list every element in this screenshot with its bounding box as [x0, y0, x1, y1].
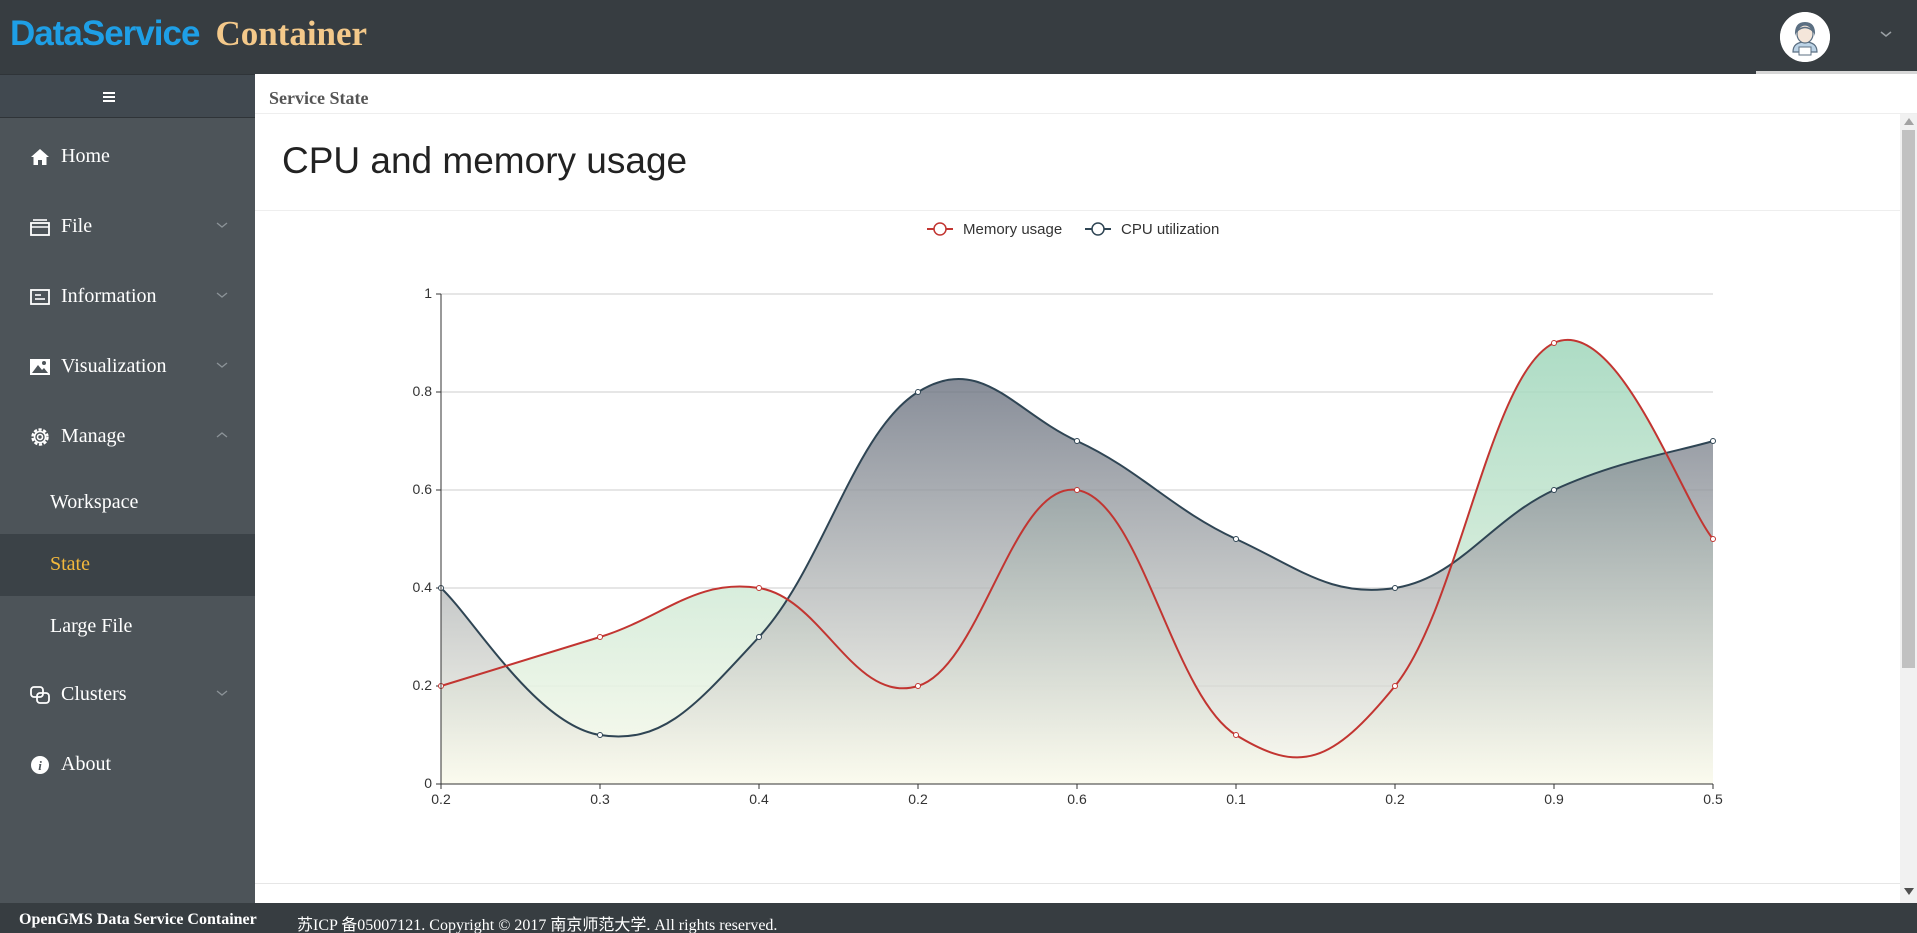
- logo-data-text: Data: [10, 14, 83, 53]
- sidebar-item-label: Manage: [61, 425, 126, 447]
- chevron-down-icon: [216, 222, 228, 228]
- hamburger-icon: [103, 92, 115, 102]
- footer-brand: OpenGMS Data Service Container: [19, 911, 257, 928]
- cpu-point: [756, 634, 762, 640]
- vertical-scrollbar[interactable]: [1900, 114, 1917, 903]
- x-tick-label: 0.1: [1226, 791, 1246, 807]
- legend-marker: [1091, 222, 1105, 236]
- scroll-up-arrow-icon[interactable]: [1904, 118, 1914, 125]
- home-icon: [31, 149, 49, 165]
- legend-marker: [933, 222, 947, 236]
- sidebar-item-about[interactable]: i About: [0, 735, 255, 793]
- sidebar-item-label: Clusters: [61, 683, 127, 705]
- breadcrumb: Service State: [255, 74, 1917, 114]
- legend-label: CPU utilization: [1121, 221, 1219, 238]
- x-tick-label: 0.3: [590, 791, 610, 807]
- sidebar-subitem-state[interactable]: State: [0, 534, 255, 596]
- x-tick-label: 0.9: [1544, 791, 1564, 807]
- chevron-down-icon[interactable]: [1878, 26, 1894, 42]
- top-header: DataService Container: [0, 0, 1917, 74]
- memory-point: [756, 585, 762, 591]
- sidebar-item-clusters[interactable]: Clusters: [0, 665, 255, 723]
- scroll-down-arrow-icon[interactable]: [1904, 888, 1914, 895]
- x-tick-label: 0.2: [1385, 791, 1405, 807]
- sidebar-item-home[interactable]: Home: [0, 127, 255, 185]
- logo-service-text: Service: [81, 14, 201, 53]
- chevron-down-icon: [216, 362, 228, 368]
- image-icon: [30, 359, 50, 375]
- cpu-point: [1392, 585, 1398, 591]
- sidebar: Home File Information Visualization Mana…: [0, 74, 255, 903]
- sidebar-item-manage[interactable]: Manage: [0, 407, 255, 465]
- memory-point: [1233, 732, 1239, 738]
- scroll-thumb[interactable]: [1902, 130, 1915, 668]
- x-tick-label: 0.6: [1067, 791, 1087, 807]
- sidebar-subitem-label: State: [50, 553, 90, 575]
- sidebar-item-visualization[interactable]: Visualization: [0, 337, 255, 395]
- memory-point: [1710, 536, 1716, 542]
- gear-icon: [31, 428, 49, 446]
- main-content: Service State CPU and memory usage 0 0.2 0…: [255, 74, 1917, 903]
- sidebar-subitem-label: Large File: [50, 615, 133, 637]
- y-tick-label: 0.2: [413, 677, 433, 693]
- chevron-down-icon: [216, 292, 228, 298]
- sidebar-item-label: File: [61, 215, 93, 237]
- cpu-point: [1233, 536, 1239, 542]
- sidebar-item-label: About: [61, 753, 111, 775]
- memory-point: [597, 634, 603, 640]
- legend-label: Memory usage: [963, 221, 1062, 238]
- x-tick-label: 0.2: [908, 791, 928, 807]
- y-tick-label: 0.6: [413, 481, 433, 497]
- svg-text:i: i: [38, 758, 42, 773]
- cpu-point: [915, 389, 921, 395]
- usage-card: CPU and memory usage 0 0.2 0.4 0.6 0.8 1 0.2 0.…: [255, 114, 1900, 884]
- footer: OpenGMS Data Service Container 苏ICP 备050…: [0, 903, 1917, 933]
- sidebar-item-label: Home: [61, 145, 110, 167]
- y-tick-label: 0: [424, 775, 432, 791]
- sidebar-item-label: Visualization: [61, 355, 167, 377]
- clusters-icon: [30, 686, 50, 704]
- sidebar-subitem-large-file[interactable]: Large File: [0, 596, 255, 658]
- memory-point: [1392, 683, 1398, 689]
- chevron-down-icon: [216, 690, 228, 696]
- x-tick-label: 0.2: [431, 791, 451, 807]
- y-tick-label: 1: [424, 285, 432, 301]
- memory-point: [1074, 487, 1080, 493]
- sidebar-item-label: Information: [61, 285, 157, 307]
- logo-container-text: Container: [215, 14, 368, 53]
- x-tick-label: 0.5: [1703, 791, 1723, 807]
- info-icon: i: [31, 756, 49, 774]
- cpu-point: [1710, 438, 1716, 444]
- cpu-point: [597, 732, 603, 738]
- sidebar-item-information[interactable]: Information: [0, 267, 255, 325]
- information-icon: [30, 289, 50, 305]
- memory-point: [1551, 340, 1557, 346]
- chevron-up-icon: [216, 432, 228, 438]
- file-icon: [30, 219, 50, 236]
- sidebar-subitem-workspace[interactable]: Workspace: [0, 472, 255, 534]
- memory-point: [915, 683, 921, 689]
- app-logo[interactable]: DataService Container: [10, 14, 367, 54]
- sidebar-subitem-label: Workspace: [50, 491, 139, 513]
- y-tick-label: 0.4: [413, 579, 433, 595]
- x-tick-label: 0.4: [749, 791, 769, 807]
- sidebar-toggle-button[interactable]: [0, 74, 255, 118]
- y-tick-label: 0.8: [413, 383, 433, 399]
- usage-chart: 00.20.40.60.810.2 0.3 0.4 0.2 0.6 0.1 0.2 0.9 0.…: [413, 221, 1723, 807]
- footer-copyright: 苏ICP 备05007121. Copyright © 2017 南京师范大学.…: [297, 917, 778, 933]
- cpu-point: [1551, 487, 1557, 493]
- user-avatar[interactable]: [1780, 12, 1830, 62]
- sidebar-item-file[interactable]: File: [0, 197, 255, 255]
- cpu-point: [1074, 438, 1080, 444]
- breadcrumb-current: Service State: [269, 88, 369, 108]
